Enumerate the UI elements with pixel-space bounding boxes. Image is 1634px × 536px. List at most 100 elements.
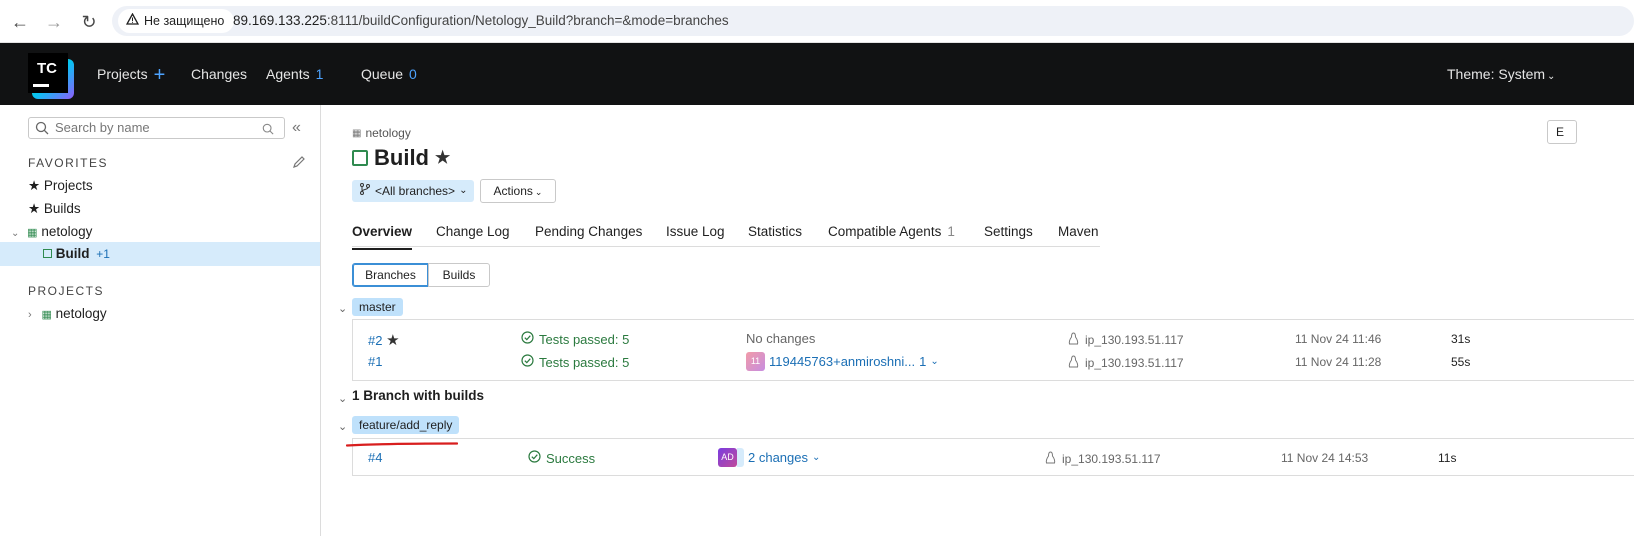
logo-text: TC (37, 60, 57, 77)
chevron-down-icon: ⌄ (534, 187, 543, 197)
agent[interactable]: ip_130.193.51.117 (1068, 355, 1184, 371)
tab-compatible-agents[interactable]: Compatible Agents 1 (828, 224, 955, 239)
reload-icon[interactable]: ↻ (78, 11, 100, 33)
tab-maven[interactable]: Maven (1058, 224, 1099, 239)
breadcrumb[interactable]: ▦ netology (352, 126, 411, 140)
tab-bar: Overview Change Log Pending Changes Issu… (352, 220, 1100, 250)
forward-icon[interactable]: → (43, 11, 65, 33)
chevron-down-icon: ⌄ (459, 185, 468, 196)
check-circle-icon (521, 331, 534, 347)
sidebar-item-fav-netology[interactable]: ⌄ ▦ netology (11, 224, 92, 239)
build-duration: 31s (1451, 332, 1471, 346)
search-submit-icon[interactable] (262, 121, 274, 141)
linux-icon (1068, 332, 1079, 348)
avatar: AD (718, 448, 737, 467)
build-date: 11 Nov 24 11:28 (1295, 355, 1382, 369)
chevron-down-icon[interactable]: ⌄ (11, 228, 19, 239)
chevron-down-icon[interactable]: ⌄ (338, 302, 347, 315)
teamcity-logo[interactable]: TC (28, 51, 76, 99)
master-builds-card: #2 ★ Tests passed: 5 No changes ip_130.1… (352, 319, 1634, 381)
queue-count: 0 (409, 66, 417, 82)
feature-builds-card: #4 Success AD 2 changes ⌄ ip_130.193.51.… (352, 438, 1634, 476)
branch-group-title: 1 Branch with builds (352, 388, 485, 403)
build-status[interactable]: Tests passed: 5 (521, 331, 629, 347)
url-text[interactable]: 89.169.133.225:8111/buildConfiguration/N… (233, 6, 729, 36)
build-date: 11 Nov 24 14:53 (1281, 451, 1369, 465)
page-title: Build ★ (352, 145, 450, 171)
app-header: TC Projects + Changes Agents 1 Queue 0 Them… (0, 43, 1634, 105)
collapse-sidebar-icon[interactable]: « (292, 119, 301, 137)
main-content: ▦ netology Build ★ E <All branches> ⌄ Ac… (321, 105, 1634, 536)
build-status[interactable]: Success (528, 450, 595, 466)
tab-issue-log[interactable]: Issue Log (666, 224, 725, 239)
check-circle-icon (528, 450, 541, 466)
search-input[interactable]: Search by name (28, 117, 285, 139)
chevron-down-icon[interactable]: ⌄ (338, 420, 347, 433)
nav-changes[interactable]: Changes (191, 43, 247, 105)
chevron-down-icon[interactable]: ⌄ (338, 392, 347, 405)
edit-icon[interactable] (292, 155, 306, 174)
actions-button[interactable]: Actions ⌄ (480, 179, 556, 203)
build-duration: 11s (1438, 451, 1457, 465)
project-icon: ▦ (41, 309, 52, 321)
sidebar: Search by name « FAVORITES ★ Projects ★ … (0, 105, 321, 536)
chevron-down-icon: ⌄ (1547, 71, 1556, 82)
nav-agents[interactable]: Agents 1 (266, 43, 323, 105)
branch-selector[interactable]: <All branches> ⌄ (352, 180, 475, 202)
back-icon[interactable]: ← (9, 11, 31, 33)
sidebar-item-fav-projects[interactable]: ★ Projects (28, 178, 93, 194)
theme-selector[interactable]: Theme: System ⌄ (1447, 43, 1555, 105)
favorites-title: FAVORITES (28, 156, 108, 170)
tab-pending-changes[interactable]: Pending Changes (535, 224, 642, 239)
build-duration: 55s (1451, 355, 1471, 369)
build-config-icon (43, 249, 52, 258)
sidebar-item-fav-builds[interactable]: ★ Builds (28, 201, 81, 217)
agent[interactable]: ip_130.193.51.117 (1045, 451, 1161, 467)
search-icon (35, 121, 49, 141)
branches-toggle[interactable]: Branches (352, 263, 429, 287)
tab-statistics[interactable]: Statistics (748, 224, 802, 239)
star-icon[interactable]: ★ (435, 148, 450, 168)
security-chip[interactable]: Не защищено (118, 9, 235, 33)
build-number[interactable]: #2 ★ (368, 331, 400, 349)
avatar: 11 (746, 352, 765, 371)
chevron-down-icon: ⌄ (812, 452, 821, 463)
tab-settings[interactable]: Settings (984, 224, 1033, 239)
changes-text: No changes (746, 331, 816, 346)
address-bar[interactable]: Не защищено 89.169.133.225:8111/buildCon… (112, 6, 1634, 36)
branch-chip-feature[interactable]: feature/add_reply (352, 416, 460, 434)
build-number[interactable]: #1 (368, 354, 382, 369)
agent[interactable]: ip_130.193.51.117 (1068, 332, 1184, 348)
linux-icon (1045, 451, 1056, 467)
changes-link[interactable]: AD 2 changes ⌄ (718, 448, 820, 467)
chevron-down-icon: ⌄ (930, 356, 939, 367)
star-icon: ★ (28, 201, 41, 216)
agents-count: 1 (315, 66, 324, 82)
branch-icon (359, 180, 371, 202)
project-icon: ▦ (27, 227, 38, 239)
sidebar-item-project-netology[interactable]: › ▦ netology (28, 306, 107, 321)
check-circle-icon (521, 354, 534, 370)
sidebar-item-build-label[interactable]: Build +1 (43, 246, 110, 261)
add-project-icon[interactable]: + (154, 64, 166, 86)
warning-icon (125, 9, 140, 33)
security-label: Не защищено (144, 14, 225, 28)
browser-toolbar: ← → ↻ Не защищено 89.169.133.225:8111/bu… (0, 0, 1634, 43)
changes-link[interactable]: 11 119445763+anmiroshni... 1 ⌄ (746, 352, 939, 371)
builds-toggle[interactable]: Builds (428, 263, 490, 287)
star-icon[interactable]: ★ (386, 332, 399, 349)
branch-chip-master[interactable]: master (352, 298, 403, 316)
edit-button[interactable]: E (1547, 120, 1577, 144)
nav-queue[interactable]: Queue 0 (361, 43, 417, 105)
tab-change-log[interactable]: Change Log (436, 224, 510, 239)
nav-projects[interactable]: Projects + (97, 43, 165, 105)
build-config-icon (352, 150, 368, 166)
linux-icon (1068, 355, 1079, 371)
tab-overview[interactable]: Overview (352, 224, 412, 250)
build-status[interactable]: Tests passed: 5 (521, 354, 629, 370)
star-icon: ★ (28, 178, 41, 193)
build-number[interactable]: #4 (368, 450, 382, 465)
projects-title: PROJECTS (28, 284, 105, 298)
chevron-right-icon[interactable]: › (28, 309, 32, 321)
build-badge: +1 (96, 247, 110, 261)
